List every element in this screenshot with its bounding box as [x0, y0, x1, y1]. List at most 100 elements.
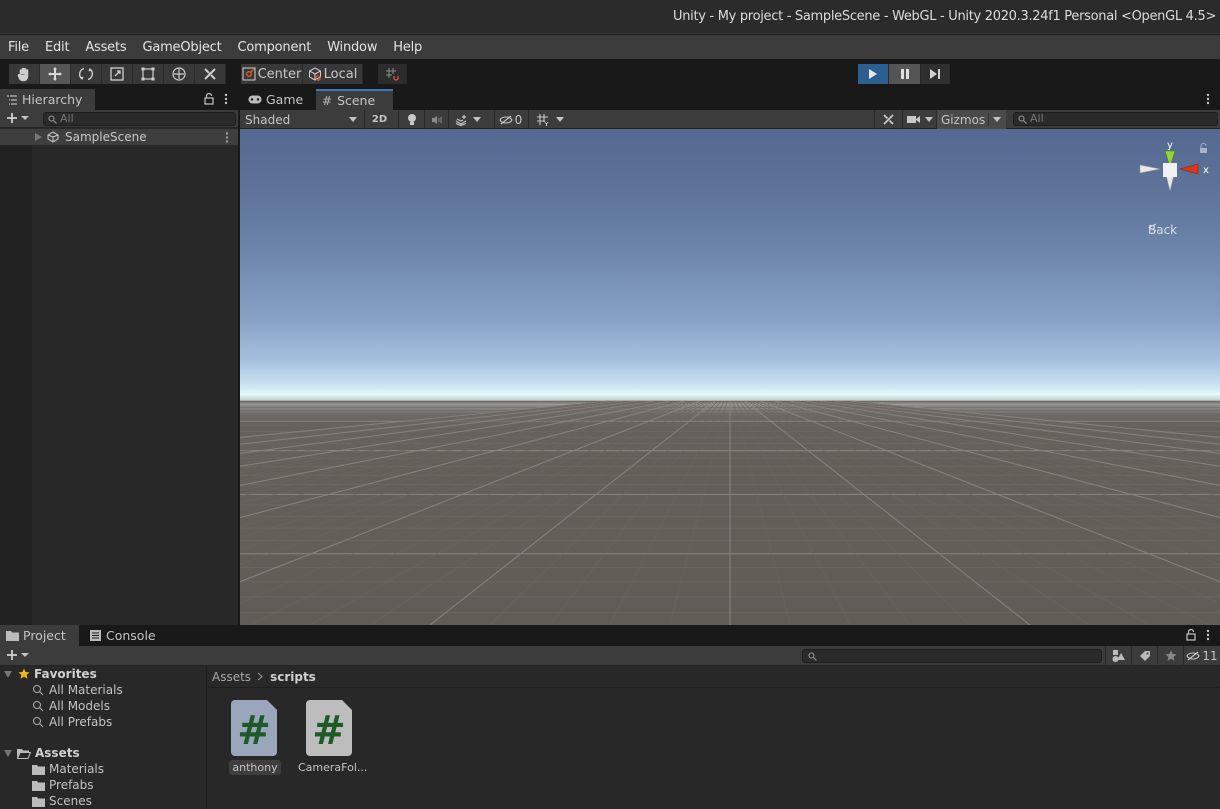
tools-icon — [204, 68, 216, 80]
lock-icon[interactable] — [1186, 629, 1196, 641]
search-icon — [1018, 115, 1027, 124]
2d-toggle-button[interactable]: 2D — [364, 110, 394, 129]
hierarchy-search-input[interactable]: All — [43, 112, 236, 126]
favorite-item[interactable]: All Prefabs — [32, 715, 112, 729]
step-button[interactable] — [921, 64, 950, 84]
pivot-rotation-button[interactable]: Local — [303, 64, 363, 84]
hierarchy-scene-row[interactable]: SampleScene — [0, 129, 238, 145]
pivot-mode-button[interactable]: Center — [241, 64, 303, 84]
pivot-mode-label: Center — [257, 66, 302, 82]
gizmos-dropdown[interactable]: Gizmos — [936, 110, 1006, 129]
grid-line — [774, 400, 1220, 519]
tab-console[interactable]: Console — [84, 625, 164, 646]
search-icon — [32, 716, 44, 728]
project-tab-label: Project — [23, 628, 66, 643]
search-by-label-button[interactable] — [1131, 646, 1157, 666]
search-by-type-button[interactable] — [1105, 646, 1131, 666]
hierarchy-gutter — [0, 145, 32, 625]
project-tab-strip: Project Console — [0, 625, 1220, 646]
menu-window[interactable]: Window — [327, 40, 377, 55]
dropdown-arrow-icon — [21, 116, 29, 120]
grid-line — [240, 400, 704, 604]
grid-line — [849, 400, 1220, 438]
hidden-objects-toggle[interactable]: 0 — [494, 110, 526, 129]
view-label-button[interactable]: Back — [1148, 223, 1177, 237]
scale-tool-button[interactable] — [102, 64, 133, 84]
lighting-toggle-button[interactable] — [398, 110, 424, 129]
scene-kebab-icon[interactable] — [225, 132, 229, 143]
folder-item[interactable]: Scenes — [32, 794, 92, 808]
axis-cones: y x — [1139, 140, 1209, 192]
folder-item[interactable]: Materials — [32, 762, 104, 776]
console-tab-label: Console — [106, 628, 156, 643]
grid-snapping-button[interactable] — [378, 64, 407, 84]
assets-node[interactable]: Assets — [4, 746, 80, 760]
audio-toggle-button[interactable] — [424, 110, 448, 129]
tab-hierarchy[interactable]: Hierarchy — [0, 89, 95, 110]
tab-project[interactable]: Project — [0, 625, 79, 646]
assets-label: Assets — [35, 746, 80, 760]
folder-label: Prefabs — [49, 778, 94, 792]
star-icon — [1165, 650, 1176, 661]
kebab-menu-icon[interactable] — [224, 93, 228, 105]
main-toolbar: Center Local — [0, 59, 1220, 89]
save-search-button[interactable] — [1157, 646, 1183, 666]
asset-file[interactable]: # CameraFol... — [295, 700, 367, 775]
tab-scene[interactable]: # Scene — [316, 89, 393, 110]
scene-viewport[interactable]: y x Back — [240, 129, 1220, 625]
play-button[interactable] — [858, 64, 889, 84]
tab-game[interactable]: Game — [242, 89, 314, 110]
grid-line — [609, 400, 725, 625]
custom-tool-button[interactable] — [195, 64, 226, 84]
asset-file[interactable]: # anthony — [220, 700, 290, 775]
hidden-packages-toggle[interactable]: 11 — [1183, 646, 1220, 666]
gizmo-lock-icon — [1200, 148, 1207, 153]
pause-icon — [900, 69, 909, 79]
grid-snap-icon — [386, 68, 399, 81]
menu-edit[interactable]: Edit — [45, 40, 70, 55]
effects-dropdown[interactable] — [448, 110, 486, 129]
expand-arrow-icon[interactable] — [35, 133, 42, 141]
draw-mode-dropdown[interactable]: Shaded — [240, 110, 362, 129]
pause-button[interactable] — [889, 64, 921, 84]
favorite-item[interactable]: All Models — [32, 699, 110, 713]
grid-line — [489, 400, 719, 625]
scene-kebab-menu-icon[interactable] — [1206, 93, 1210, 105]
lock-icon[interactable] — [204, 93, 214, 105]
grid-line — [240, 400, 635, 450]
rotate-tool-button[interactable] — [71, 64, 102, 84]
camera-dropdown[interactable] — [902, 110, 936, 129]
tools-toggle-button[interactable] — [874, 110, 902, 129]
folder-item[interactable]: Prefabs — [32, 778, 94, 792]
create-asset-dropdown[interactable] — [6, 649, 29, 661]
grid-line — [744, 400, 1031, 625]
menu-assets[interactable]: Assets — [85, 40, 126, 55]
collapse-arrow-icon — [4, 670, 12, 678]
hand-tool-button[interactable] — [9, 64, 40, 84]
favorites-node[interactable]: Favorites — [4, 667, 97, 681]
move-tool-button[interactable] — [40, 64, 71, 84]
orientation-gizmo[interactable]: y x Back — [1136, 137, 1216, 247]
grid-dropdown[interactable] — [528, 110, 570, 129]
rect-tool-button[interactable] — [133, 64, 164, 84]
project-search-input[interactable] — [802, 649, 1102, 663]
lightbulb-icon — [407, 114, 416, 125]
breadcrumb-assets[interactable]: Assets — [212, 670, 251, 684]
menu-component[interactable]: Component — [238, 40, 312, 55]
camera-icon — [906, 116, 920, 123]
transform-icon — [172, 67, 186, 81]
x-axis-label: x — [1203, 165, 1209, 176]
draw-mode-label: Shaded — [245, 112, 291, 127]
favorite-item[interactable]: All Materials — [32, 683, 123, 697]
breadcrumb-scripts[interactable]: scripts — [270, 670, 316, 684]
kebab-menu-icon[interactable] — [1206, 629, 1210, 641]
create-dropdown-button[interactable] — [6, 112, 29, 124]
asset-label: anthony — [229, 760, 281, 775]
scene-search-input[interactable]: All — [1013, 112, 1218, 126]
scene-tab-strip: Game # Scene — [240, 89, 1220, 110]
menu-file[interactable]: File — [8, 40, 29, 55]
type-filter-icon — [1112, 650, 1125, 662]
menu-help[interactable]: Help — [393, 40, 422, 55]
menu-gameobject[interactable]: GameObject — [142, 40, 221, 55]
transform-tool-button[interactable] — [164, 64, 195, 84]
